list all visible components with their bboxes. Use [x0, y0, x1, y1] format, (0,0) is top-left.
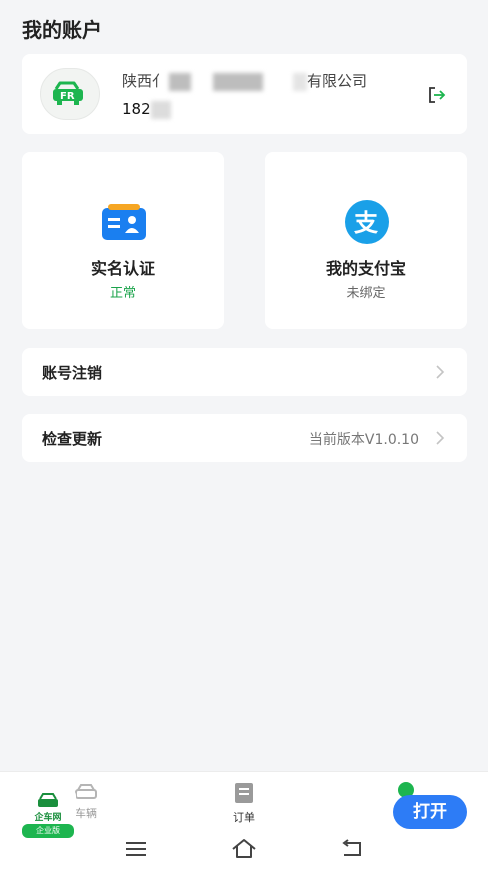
phone-number-prefix: 182 [122, 100, 151, 118]
check-update-row[interactable]: 检查更新 当前版本V1.0.10 [22, 414, 467, 462]
home-icon[interactable] [230, 836, 258, 862]
check-update-label: 检查更新 [42, 430, 103, 448]
company-name: 陕西亻 有限公司 [122, 70, 367, 91]
menu-icon[interactable] [122, 836, 150, 862]
chevron-right-icon [436, 431, 445, 445]
order-icon [235, 783, 253, 803]
svg-text:FR: FR [60, 91, 75, 102]
car-logo-icon: FR [53, 81, 83, 105]
account-card[interactable]: FR 陕西亻 有限公司 182 [22, 54, 467, 134]
tab-orders-label: 订单 [233, 811, 255, 824]
current-version-text: 当前版本V1.0.10 [308, 432, 419, 448]
alipay-status: 未绑定 [346, 286, 386, 301]
home-badge: 企车网 企业版 [20, 788, 76, 838]
id-card-icon [102, 204, 146, 240]
home-car-icon [38, 793, 58, 807]
company-name-redacted [169, 72, 192, 91]
my-account-page: 我的账户 FR 陕西亻 有限公司 182 实名认证 正常 支 我的支付宝 未绑定… [0, 0, 488, 873]
real-name-verification-status: 正常 [109, 286, 136, 301]
open-button[interactable]: 打开 [393, 795, 467, 829]
logout-icon[interactable] [425, 84, 447, 106]
tab-orders[interactable]: 订单 [222, 782, 266, 825]
company-name-redacted [293, 72, 308, 91]
phone-number-redacted [150, 100, 171, 119]
company-name-prefix: 陕西亻 [122, 72, 168, 90]
avatar: FR [40, 68, 100, 120]
page-title: 我的账户 [22, 18, 102, 42]
bottom-navigation: 车辆 企车网 企业版 订单 打开 [0, 771, 488, 873]
real-name-verification-card[interactable]: 实名认证 正常 [22, 152, 224, 329]
cancel-account-label: 账号注销 [42, 364, 103, 382]
alipay-card[interactable]: 支 我的支付宝 未绑定 [265, 152, 467, 329]
svg-text:支: 支 [354, 209, 379, 237]
company-name-suffix: 有限公司 [307, 72, 368, 90]
real-name-verification-title: 实名认证 [90, 259, 155, 278]
alipay-title: 我的支付宝 [325, 259, 406, 278]
back-icon[interactable] [338, 836, 366, 862]
home-badge-label: 企业版 [22, 824, 74, 838]
phone-number: 182 [122, 100, 171, 119]
chevron-right-icon [436, 365, 445, 379]
company-name-redacted [213, 72, 264, 91]
home-brand-label: 企车网 [34, 813, 62, 823]
tab-home[interactable]: 企车网 企业版 [20, 788, 78, 838]
cancel-account-row[interactable]: 账号注销 [22, 348, 467, 396]
alipay-icon: 支 [345, 200, 389, 244]
